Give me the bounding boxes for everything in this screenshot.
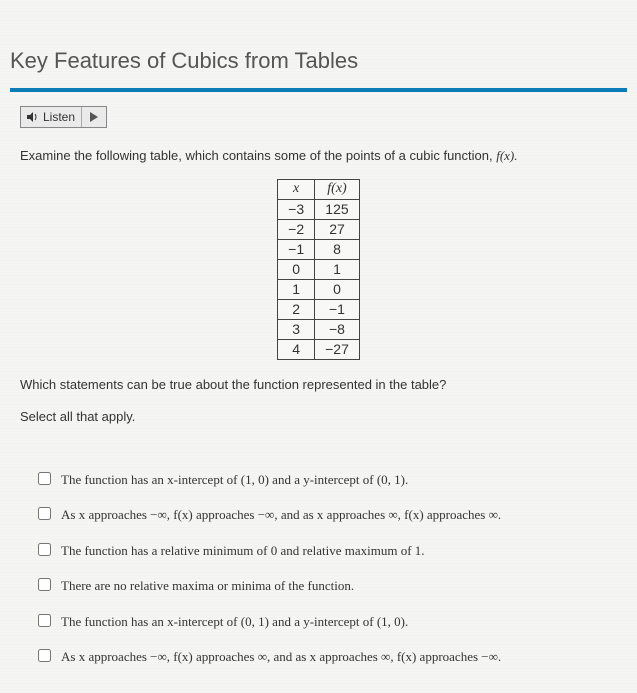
option-1[interactable]: The function has an x-intercept of (1, 0…	[38, 470, 617, 490]
listen-toolbar: Listen	[20, 106, 107, 128]
table-row: 01	[278, 259, 360, 279]
option-3-label: The function has a relative minimum of 0…	[61, 541, 617, 561]
prompt-prefix: Examine the following table, which conta…	[20, 148, 496, 163]
question-block: Which statements can be true about the f…	[0, 370, 637, 452]
table-row: 2−1	[278, 299, 360, 319]
option-1-checkbox[interactable]	[38, 472, 51, 485]
table-row: 10	[278, 279, 360, 299]
prompt-text: Examine the following table, which conta…	[0, 138, 637, 173]
option-1-label: The function has an x-intercept of (1, 0…	[61, 470, 617, 490]
table-row: 4−27	[278, 339, 360, 359]
table-row: −18	[278, 239, 360, 259]
table-row: −227	[278, 219, 360, 239]
option-5-checkbox[interactable]	[38, 614, 51, 627]
prompt-function: f(x).	[496, 148, 517, 163]
options-list: The function has an x-intercept of (1, 0…	[0, 452, 637, 693]
divider	[10, 88, 627, 92]
option-2-checkbox[interactable]	[38, 507, 51, 520]
option-2[interactable]: As x approaches −∞, f(x) approaches −∞, …	[38, 505, 617, 525]
col-header-x: x	[278, 179, 315, 199]
question-line1: Which statements can be true about the f…	[20, 374, 617, 396]
option-5[interactable]: The function has an x-intercept of (0, 1…	[38, 612, 617, 632]
col-header-fx: f(x)	[315, 179, 360, 199]
option-3-checkbox[interactable]	[38, 543, 51, 556]
option-5-label: The function has an x-intercept of (0, 1…	[61, 612, 617, 632]
data-table: x f(x) −3125 −227 −18 01 10 2−1 3−8 4−27	[277, 179, 360, 360]
option-6[interactable]: As x approaches −∞, f(x) approaches ∞, a…	[38, 647, 617, 667]
speaker-icon	[27, 112, 39, 122]
play-button[interactable]	[82, 109, 106, 125]
option-4[interactable]: There are no relative maxima or minima o…	[38, 576, 617, 596]
option-6-checkbox[interactable]	[38, 649, 51, 662]
question-line2: Select all that apply.	[20, 406, 617, 428]
page-title: Key Features of Cubics from Tables	[0, 0, 637, 88]
listen-button[interactable]: Listen	[21, 107, 82, 127]
play-icon	[90, 112, 98, 122]
option-2-label: As x approaches −∞, f(x) approaches −∞, …	[61, 505, 617, 525]
option-3[interactable]: The function has a relative minimum of 0…	[38, 541, 617, 561]
table-row: −3125	[278, 199, 360, 219]
listen-label: Listen	[43, 110, 75, 124]
table-row: 3−8	[278, 319, 360, 339]
option-4-label: There are no relative maxima or minima o…	[61, 576, 617, 596]
option-4-checkbox[interactable]	[38, 578, 51, 591]
option-6-label: As x approaches −∞, f(x) approaches ∞, a…	[61, 647, 617, 667]
